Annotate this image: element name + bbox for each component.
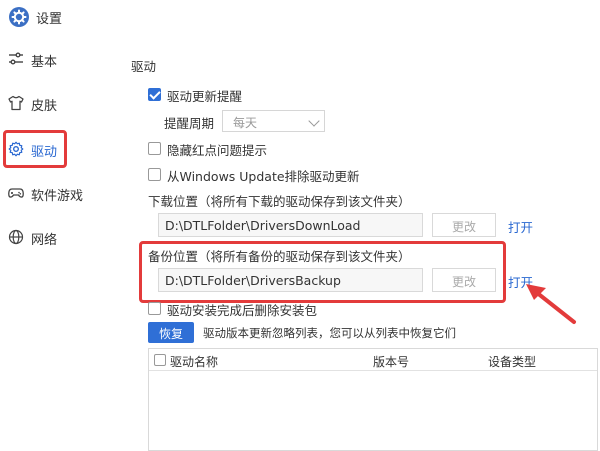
download-change-button[interactable]: 更改 [432, 213, 496, 237]
ignore-list-table: 驱动名称 版本号 设备类型 [148, 348, 598, 451]
sidebar-item-basic[interactable]: 基本 [0, 40, 118, 80]
sidebar-item-skin[interactable]: 皮肤 [0, 84, 118, 124]
reminder-period-select[interactable]: 每天 [222, 110, 325, 132]
update-reminder-label: 驱动更新提醒 [167, 89, 243, 104]
restore-description: 驱动版本更新忽略列表，您可以从列表中恢复它们 [203, 326, 456, 340]
hide-red-dot-checkbox[interactable] [148, 142, 161, 155]
sidebar-item-network[interactable]: 网络 [0, 218, 118, 258]
sidebar-item-label: 基本 [31, 55, 58, 70]
hide-red-dot-label: 隐藏红点问题提示 [167, 143, 268, 158]
gamepad-icon [8, 188, 24, 198]
shirt-icon [8, 95, 24, 111]
download-location-label: 下载位置（将所有下载的驱动保存到该文件夹） [148, 194, 411, 209]
download-path-value: D:\DTLFolder\DriversDownLoad [165, 218, 361, 233]
window-title: 设置 [36, 12, 63, 27]
annotation-highlight-box [139, 241, 506, 303]
column-header-driver-name: 驱动名称 [170, 355, 219, 369]
sidebar-item-label: 软件游戏 [31, 189, 84, 204]
sidebar-item-label: 皮肤 [31, 99, 58, 114]
sidebar-item-label: 网络 [31, 233, 58, 248]
column-header-device-type: 设备类型 [488, 355, 537, 369]
select-all-checkbox[interactable] [154, 354, 166, 366]
chevron-down-icon [308, 115, 320, 127]
annotation-arrow-icon [526, 284, 576, 324]
download-path-field[interactable]: D:\DTLFolder\DriversDownLoad [158, 213, 423, 237]
download-open-link[interactable]: 打开 [508, 217, 533, 236]
annotation-highlight-box [3, 130, 67, 168]
restore-button[interactable]: 恢复 [148, 322, 194, 343]
section-title: 驱动 [131, 59, 157, 74]
sliders-icon [9, 52, 23, 65]
windows-update-exclude-checkbox[interactable] [148, 168, 161, 181]
sidebar-item-software-games[interactable]: 软件游戏 [0, 174, 118, 214]
settings-gear-icon [9, 7, 29, 27]
globe-icon [8, 229, 24, 245]
windows-update-exclude-label: 从Windows Update排除驱动更新 [167, 169, 360, 184]
delete-after-install-label: 驱动安装完成后删除安装包 [167, 303, 318, 318]
reminder-period-value: 每天 [233, 116, 258, 130]
update-reminder-checkbox[interactable] [148, 88, 161, 101]
reminder-period-label: 提醒周期 [164, 116, 215, 131]
table-header: 驱动名称 版本号 设备类型 [149, 349, 597, 371]
title-bar: 设置 [0, 0, 600, 36]
column-header-version: 版本号 [373, 355, 410, 369]
delete-after-install-checkbox[interactable] [148, 302, 161, 315]
